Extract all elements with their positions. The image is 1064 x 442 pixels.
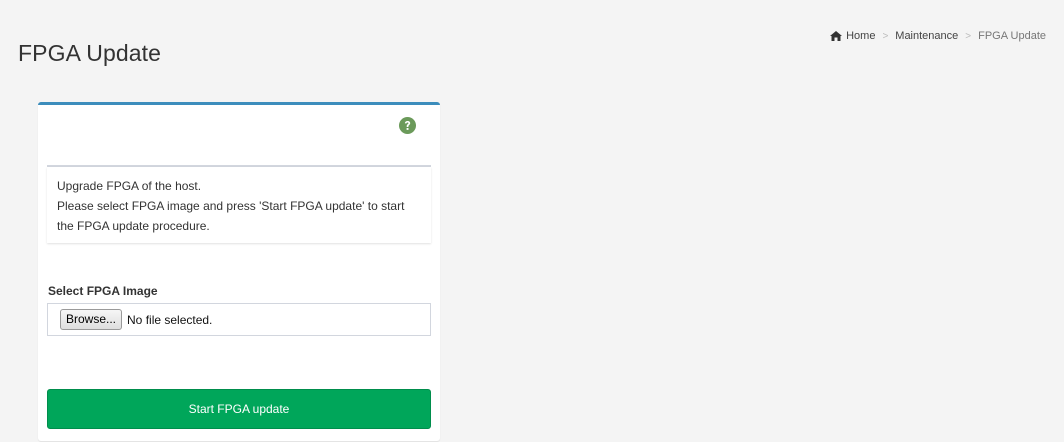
file-status-text: No file selected. xyxy=(127,312,213,327)
start-fpga-update-button[interactable]: Start FPGA update xyxy=(47,389,431,429)
breadcrumb-separator: > xyxy=(965,30,972,42)
fpga-image-label: Select FPGA Image xyxy=(48,284,158,298)
breadcrumb-separator: > xyxy=(882,30,889,42)
question-circle-icon[interactable] xyxy=(399,117,416,134)
page-title: FPGA Update xyxy=(18,40,162,66)
info-panel: Upgrade FPGA of the host. Please select … xyxy=(47,167,431,243)
fpga-update-panel: Upgrade FPGA of the host. Please select … xyxy=(38,102,440,441)
breadcrumb: Home > Maintenance > FPGA Update xyxy=(830,30,1046,42)
browse-button[interactable]: Browse... xyxy=(60,309,123,330)
breadcrumb-home-link[interactable]: Home xyxy=(846,30,875,42)
info-text-line1: Upgrade FPGA of the host. xyxy=(57,179,202,193)
breadcrumb-current: FPGA Update xyxy=(978,30,1046,42)
info-text-line2: Please select FPGA image and press 'Star… xyxy=(57,199,405,233)
breadcrumb-maintenance-link[interactable]: Maintenance xyxy=(895,30,958,42)
home-icon xyxy=(830,31,843,41)
fpga-image-file-input[interactable]: Browse... No file selected. xyxy=(47,303,431,336)
page-header: FPGA Update Home > Maintenance > FPGA Up… xyxy=(18,26,1064,76)
